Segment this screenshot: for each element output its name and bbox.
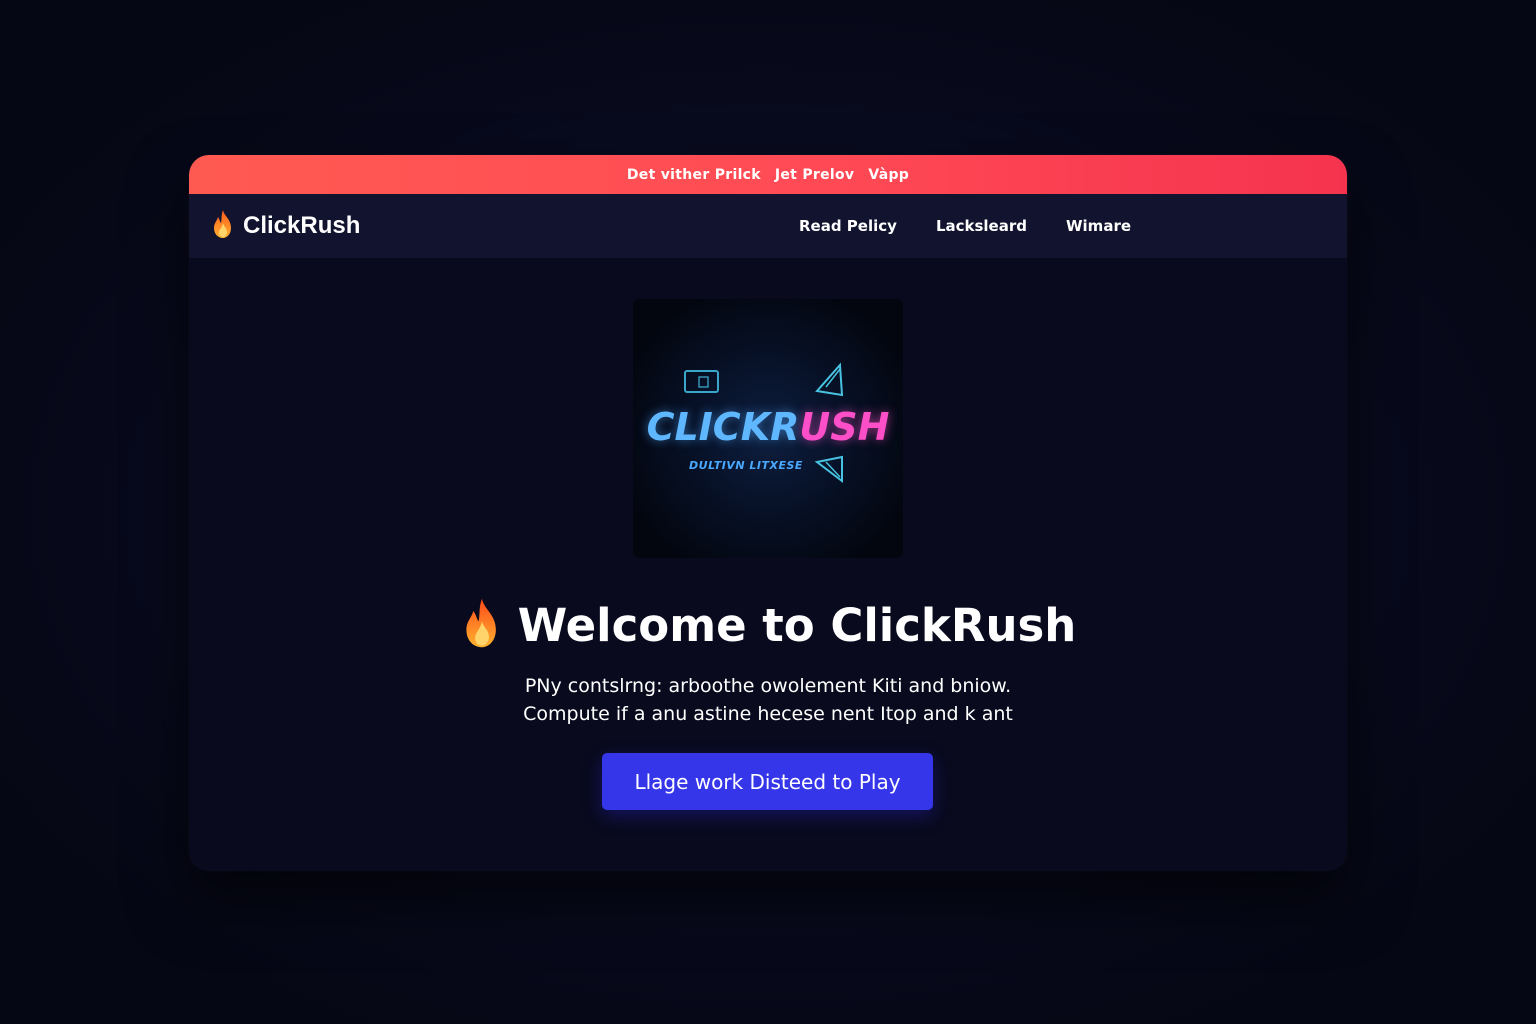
navbar: ClickRush Read Pelicy Lacksleard Wimare — [189, 194, 1347, 258]
hero-title: Welcome to ClickRush — [517, 598, 1077, 652]
hero-description-line: Compute if a anu astine hecese nent Itop… — [523, 703, 1013, 725]
hero-headline: Welcome to ClickRush — [189, 597, 1347, 653]
hero-description: PNy contslrng: arboothe owolement Kiti a… — [189, 672, 1347, 728]
hero-logo-image: CLICKRUSH DULTIVN LITXESE — [633, 299, 903, 558]
promo-item[interactable]: Jet Preloᴠ — [775, 167, 854, 183]
promo-bar: Det vither Prilck Jet Preloᴠ Vàpp — [189, 155, 1347, 194]
fire-icon — [211, 209, 235, 243]
logo-wordmark: CLICKRUSH — [633, 405, 903, 449]
logo-tagline: DULTIVN LITXESE — [689, 459, 803, 472]
arrow-icon — [815, 362, 844, 397]
nav-link-read-pelicy[interactable]: Read Pelicy — [799, 217, 897, 235]
nav-links: Read Pelicy Lacksleard Wimare — [799, 217, 1131, 235]
logo-word-rush: USH — [799, 405, 890, 449]
logo-word-click: CLICKR — [646, 405, 800, 449]
nav-link-wimare[interactable]: Wimare — [1066, 217, 1131, 235]
app-window: Det vither Prilck Jet Preloᴠ Vàpp ClickR… — [189, 155, 1347, 871]
hero-description-line: PNy contslrng: arboothe owolement Kiti a… — [524, 675, 1012, 697]
arrow-icon — [814, 455, 843, 484]
play-button[interactable]: Llage work Disteed to Play — [602, 753, 933, 810]
promo-item[interactable]: Vàpp — [868, 167, 909, 183]
brand-title: ClickRush — [243, 212, 361, 239]
promo-item[interactable]: Det vither Prilck — [627, 167, 761, 183]
card-icon — [684, 370, 719, 393]
fire-icon — [460, 597, 504, 653]
nav-link-lacksleard[interactable]: Lacksleard — [936, 217, 1027, 235]
brand[interactable]: ClickRush — [211, 209, 360, 243]
